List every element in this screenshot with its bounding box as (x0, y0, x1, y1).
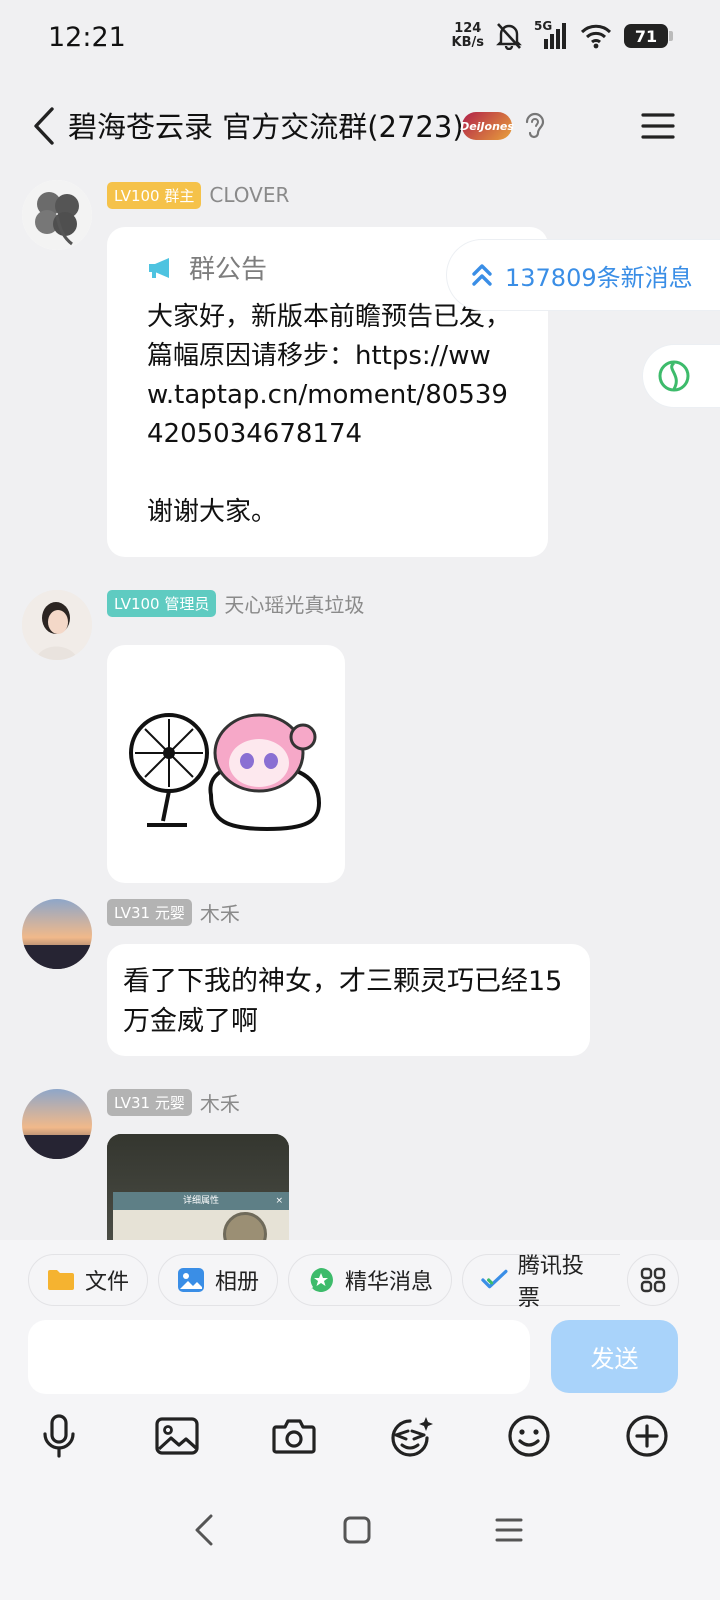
notice-text: 大家好，新版本前瞻预告已发，篇幅原因请移步：https://www.taptap… (147, 298, 512, 532)
camera-icon (272, 1419, 316, 1454)
grid-icon (640, 1267, 666, 1293)
quick-actions: 文件 相册 精华消息 腾讯投票 (28, 1254, 621, 1311)
mute-bell-icon (496, 23, 522, 50)
smiley-icon (508, 1415, 550, 1457)
nav-back-icon (195, 1514, 213, 1546)
text-bubble[interactable]: 看了下我的神女，才三颗灵巧已经15万金威了啊 (107, 944, 590, 1056)
status-time: 12:21 (48, 22, 126, 53)
dialog-title: 详细属性 (182, 1196, 219, 1206)
new-messages-button[interactable]: 137809条新消息 (447, 240, 720, 310)
level-badge: LV31 元婴 (107, 1088, 192, 1116)
avatar[interactable] (22, 1089, 92, 1159)
sunset-avatar-icon (22, 899, 92, 969)
ear-icon[interactable] (522, 110, 548, 142)
dialog-header: 详细属性 × (113, 1192, 289, 1210)
plus-circle-icon (626, 1415, 668, 1457)
message-meta: LV100 群主 CLOVER (107, 181, 289, 209)
vote-chip[interactable]: 腾讯投票 (462, 1254, 621, 1311)
status-icons: 124 KB/s 5G 71 (452, 19, 673, 50)
essence-chip[interactable]: 精华消息 (288, 1254, 453, 1306)
sender-name[interactable]: 木禾 (200, 1088, 240, 1117)
sunset-avatar-icon (22, 1089, 92, 1159)
nav-home-button[interactable] (332, 1506, 382, 1554)
sticker-image (129, 713, 322, 832)
level-badge: LV100 群主 (107, 181, 202, 209)
notice-content: 大家好，新版本前瞻预告已发，篇幅原因请移步：https://www.taptap… (147, 302, 512, 527)
nav-home-icon (343, 1516, 371, 1544)
net-speed-unit: KB/s (451, 35, 484, 50)
notice-title: 群公告 (189, 255, 268, 285)
battery-indicator: 71 (624, 24, 673, 48)
nav-recents-button[interactable] (484, 1506, 534, 1554)
message-meta: LV100 管理员 天心瑶光真垃圾 (107, 589, 364, 617)
hamburger-menu-icon (641, 113, 675, 139)
back-button[interactable] (24, 102, 64, 150)
menu-button[interactable] (640, 108, 676, 144)
floating-app-button[interactable] (643, 345, 720, 407)
megaphone-icon (149, 257, 169, 278)
face-sparkle-icon (391, 1417, 433, 1457)
chat-title[interactable]: 碧海苍云录 官方交流群(2723) (68, 104, 464, 146)
message-input[interactable] (28, 1320, 530, 1394)
gallery-button[interactable] (149, 1408, 205, 1464)
avatar[interactable] (22, 899, 92, 969)
close-icon: × (275, 1196, 283, 1206)
sticker-button[interactable] (383, 1408, 439, 1464)
nav-recents-icon (495, 1518, 523, 1542)
double-chevron-up-icon (472, 264, 492, 286)
input-panel: 文件 相册 精华消息 腾讯投票 发送 (0, 1240, 720, 1600)
toolbar (0, 1408, 720, 1468)
camera-button[interactable] (266, 1408, 322, 1464)
message-meta: LV31 元婴 木禾 (107, 898, 240, 926)
album-chip[interactable]: 相册 (158, 1254, 279, 1306)
microphone-icon (43, 1414, 75, 1458)
nav-back-button[interactable] (179, 1506, 229, 1554)
person-avatar-icon (22, 590, 92, 660)
chevron-left-icon (34, 107, 54, 145)
group-badge: DeiJones (460, 112, 514, 140)
sticker-bubble[interactable] (107, 645, 345, 883)
avatar[interactable] (22, 590, 92, 660)
avatar[interactable] (22, 180, 92, 250)
voice-button[interactable] (31, 1408, 87, 1464)
chip-label: 腾讯投票 (517, 1254, 584, 1311)
image-icon (155, 1417, 199, 1455)
net-speed: 124 KB/s (452, 22, 484, 50)
vote-icon (481, 1269, 508, 1289)
system-nav-bar (0, 1498, 720, 1558)
wifi-icon (580, 24, 612, 49)
sender-name[interactable]: 天心瑶光真垃圾 (224, 589, 364, 618)
sender-name[interactable]: 木禾 (200, 898, 240, 927)
status-bar: 12:21 124 KB/s 5G 71 (0, 0, 720, 80)
title-bar: 碧海苍云录 官方交流群(2723) DeiJones (0, 90, 720, 162)
send-button[interactable]: 发送 (551, 1320, 678, 1393)
clover-avatar-icon (22, 180, 92, 250)
folder-icon (48, 1270, 74, 1290)
signal-bars-icon (544, 23, 566, 49)
files-chip[interactable]: 文件 (28, 1254, 149, 1306)
emoji-button[interactable] (501, 1408, 557, 1464)
more-apps-button[interactable] (627, 1254, 679, 1306)
message-meta: LV31 元婴 木禾 (107, 1088, 240, 1116)
level-badge: LV100 管理员 (107, 589, 217, 617)
essence-icon (309, 1268, 333, 1292)
net-speed-value: 124 (454, 21, 482, 36)
chip-label: 精华消息 (345, 1270, 434, 1295)
image-bubble[interactable]: 详细属性 × (107, 1134, 289, 1240)
sender-name[interactable]: CLOVER (209, 183, 289, 207)
plus-button[interactable] (619, 1408, 675, 1464)
album-icon (178, 1268, 205, 1292)
message-text-content: 看了下我的神女，才三颗灵巧已经15万金威了啊 (123, 966, 563, 1037)
cellular-signal: 5G (534, 19, 568, 49)
chip-label: 相册 (215, 1270, 260, 1295)
green-swirl-icon (658, 360, 690, 392)
game-screenshot: 详细属性 × (107, 1134, 289, 1240)
chip-label: 文件 (85, 1270, 130, 1295)
level-badge: LV31 元婴 (107, 898, 192, 926)
new-messages-label: 137809条新消息 (505, 263, 693, 292)
